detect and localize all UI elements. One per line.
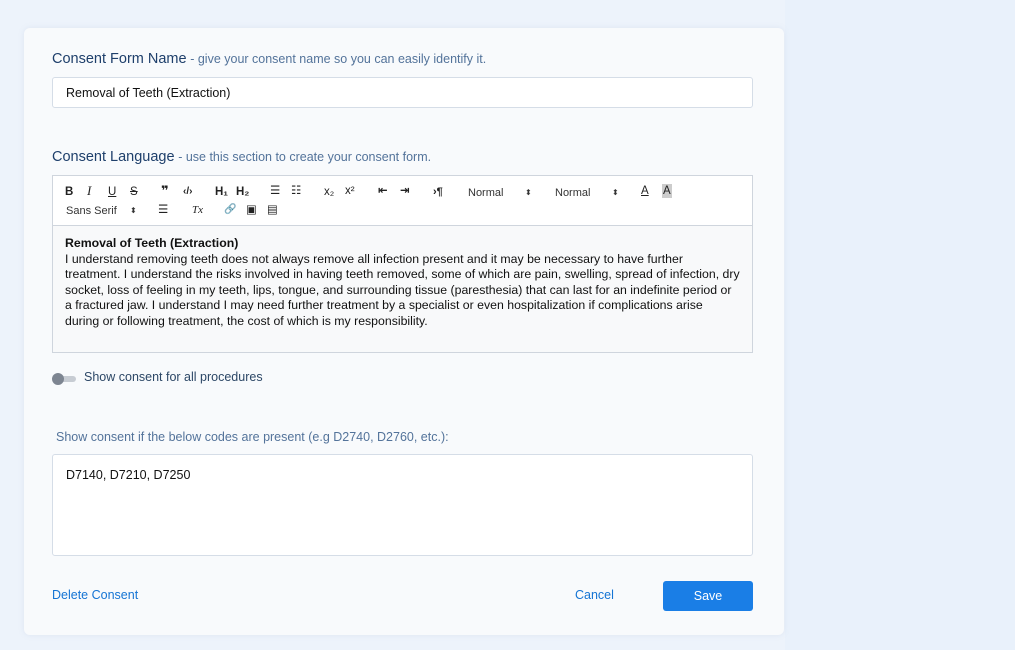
editor-content-title: Removal of Teeth (Extraction) (65, 236, 239, 250)
heading2-button[interactable]: H₂ (236, 185, 249, 199)
consent-name-label: Consent Form Name (52, 51, 187, 67)
editor-content-body: I understand removing teeth does not alw… (65, 251, 740, 328)
editor-toolbar: B I U S ❞ ‹/› H₁ H₂ ☰ ☷ x₂ x² ⇤ ⇥ ›¶ Nor… (53, 176, 752, 226)
show-all-procedures-label: Show consent for all procedures (84, 370, 263, 384)
consent-language-hint: - use this section to create your consen… (178, 150, 432, 164)
cancel-link[interactable]: Cancel (575, 588, 614, 602)
bullet-list-button[interactable]: ☷ (291, 184, 301, 198)
superscript-button[interactable]: x² (345, 184, 355, 198)
align-button[interactable]: ☰ (158, 203, 168, 217)
codes-input[interactable]: D7140, D7210, D7250 (52, 454, 753, 556)
editor-content[interactable]: Removal of Teeth (Extraction) I understa… (53, 226, 752, 339)
blockquote-button[interactable]: ❞ (161, 184, 169, 198)
font-color-button[interactable]: A (641, 184, 649, 198)
underline-button[interactable]: U (108, 185, 116, 199)
show-all-procedures-toggle[interactable] (52, 373, 76, 385)
image-button[interactable]: ▣ (246, 203, 257, 217)
toggle-knob (52, 373, 64, 385)
size-select[interactable]: Normal (468, 186, 503, 200)
consent-language-label-row: Consent Language - use this section to c… (52, 149, 431, 165)
consent-name-hint: - give your consent name so you can easi… (190, 52, 487, 66)
code-block-button[interactable]: ‹/› (183, 185, 192, 199)
link-button[interactable]: 🔗 (224, 203, 236, 217)
consent-name-label-row: Consent Form Name - give your consent na… (52, 51, 486, 67)
clear-format-button[interactable]: Tx (192, 203, 203, 217)
save-button[interactable]: Save (663, 581, 753, 611)
font-select[interactable]: Sans Serif (66, 204, 117, 218)
consent-form-card: Consent Form Name - give your consent na… (24, 28, 784, 635)
header-select-caret-icon: ⬍ (612, 188, 619, 197)
background-color-button[interactable]: A (662, 184, 672, 198)
delete-consent-link[interactable]: Delete Consent (52, 588, 138, 602)
heading1-button[interactable]: H₁ (215, 185, 228, 199)
subscript-button[interactable]: x₂ (324, 185, 334, 199)
rich-text-editor: B I U S ❞ ‹/› H₁ H₂ ☰ ☷ x₂ x² ⇤ ⇥ ›¶ Nor… (52, 175, 753, 353)
strikethrough-button[interactable]: S (130, 185, 138, 199)
italic-button[interactable]: I (87, 184, 91, 198)
indent-button[interactable]: ⇥ (400, 184, 410, 198)
font-select-caret-icon: ⬍ (130, 206, 137, 215)
bold-button[interactable]: B (65, 185, 73, 199)
codes-label: Show consent if the below codes are pres… (56, 430, 449, 444)
header-select[interactable]: Normal (555, 186, 590, 200)
page-background-right (785, 0, 1015, 650)
consent-name-input[interactable] (52, 77, 753, 108)
ordered-list-button[interactable]: ☰ (270, 184, 280, 198)
video-button[interactable]: ▤ (267, 203, 278, 217)
outdent-button[interactable]: ⇤ (378, 184, 388, 198)
text-direction-button[interactable]: ›¶ (433, 185, 443, 199)
size-select-caret-icon: ⬍ (525, 188, 532, 197)
consent-language-label: Consent Language (52, 149, 175, 165)
